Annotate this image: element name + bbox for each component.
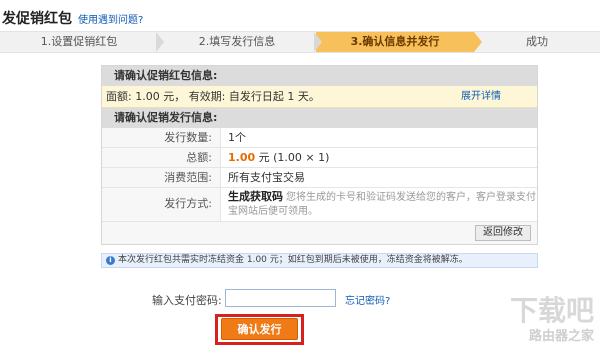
row-value: 1.00 元 (1.00 × 1) <box>221 148 537 167</box>
step-2: 2.填写发行信息 <box>198 35 276 48</box>
packet-summary-text: 面额: 1.00 元， 有效期: 自发行日起 1 天。 <box>106 90 320 103</box>
row-scope: 消费范围: 所有支付宝交易 <box>102 168 537 188</box>
help-link[interactable]: 使用遇到问题? <box>78 11 143 26</box>
step-progress-bar: 1.设置促销红包 2.填写发行信息 3.确认信息并发行 成功 <box>0 31 600 53</box>
row-value: 所有支付宝交易 <box>228 171 305 184</box>
info-icon: i <box>106 256 115 265</box>
step-arrow-icon <box>314 32 322 52</box>
freeze-notice: i 本次发行红包共需实时冻结资金 1.00 元；如红包到期后未被使用，冻结资金将… <box>101 253 538 268</box>
step-3-active: 3.确认信息并发行 <box>316 32 474 52</box>
row-value: 1个 <box>228 131 246 144</box>
step-1: 1.设置促销红包 <box>40 35 118 48</box>
packet-summary: 面额: 1.00 元， 有效期: 自发行日起 1 天。 展开详情 <box>102 86 537 108</box>
row-quantity: 发行数量: 1个 <box>102 128 537 148</box>
total-amount: 1.00 <box>228 151 256 164</box>
packet-info-heading: 请确认促销红包信息: <box>102 66 537 86</box>
watermark: 下载吧 路由器之家 <box>509 294 594 345</box>
total-unit: 元 (1.00 × 1) <box>255 151 330 164</box>
row-label: 发行数量: <box>102 128 221 147</box>
page-header: 发促销红包 使用遇到问题? <box>0 8 143 28</box>
step-4: 成功 <box>526 35 548 48</box>
back-edit-button[interactable]: 返回修改 <box>475 225 531 241</box>
confirm-panel: 请确认促销红包信息: 面额: 1.00 元， 有效期: 自发行日起 1 天。 展… <box>101 65 538 245</box>
notice-text: 本次发行红包共需实时冻结资金 1.00 元；如红包到期后未被使用，冻结资金将被解… <box>118 255 468 265</box>
method-title: 生成获取码 <box>228 190 283 203</box>
step-arrow-icon <box>474 32 482 52</box>
watermark-logo: 下载吧 <box>509 294 594 327</box>
page-title: 发促销红包 <box>2 11 72 27</box>
watermark-text: 路由器之家 <box>528 329 594 344</box>
row-method: 发行方式: 生成获取码 您将生成的卡号和验证码发送给您的客户，客户登录支付宝网站后… <box>102 188 537 222</box>
issue-info-heading: 请确认促销发行信息: <box>102 108 537 128</box>
confirm-issue-button[interactable]: 确认发行 <box>221 318 298 340</box>
panel-footer: 返回修改 <box>102 222 537 244</box>
row-label: 消费范围: <box>102 168 221 187</box>
step-arrow-icon <box>156 32 164 52</box>
password-label: 输入支付密码: <box>152 294 222 307</box>
payment-password-input[interactable] <box>225 289 336 307</box>
forgot-password-link[interactable]: 忘记密码? <box>345 292 390 307</box>
expand-details-link[interactable]: 展开详情 <box>461 86 501 108</box>
row-label: 发行方式: <box>102 188 221 221</box>
row-total: 总额: 1.00 元 (1.00 × 1) <box>102 148 537 168</box>
row-label: 总额: <box>102 148 221 167</box>
row-value: 生成获取码 您将生成的卡号和验证码发送给您的客户，客户登录支付宝网站后便可领用。 <box>221 188 537 221</box>
